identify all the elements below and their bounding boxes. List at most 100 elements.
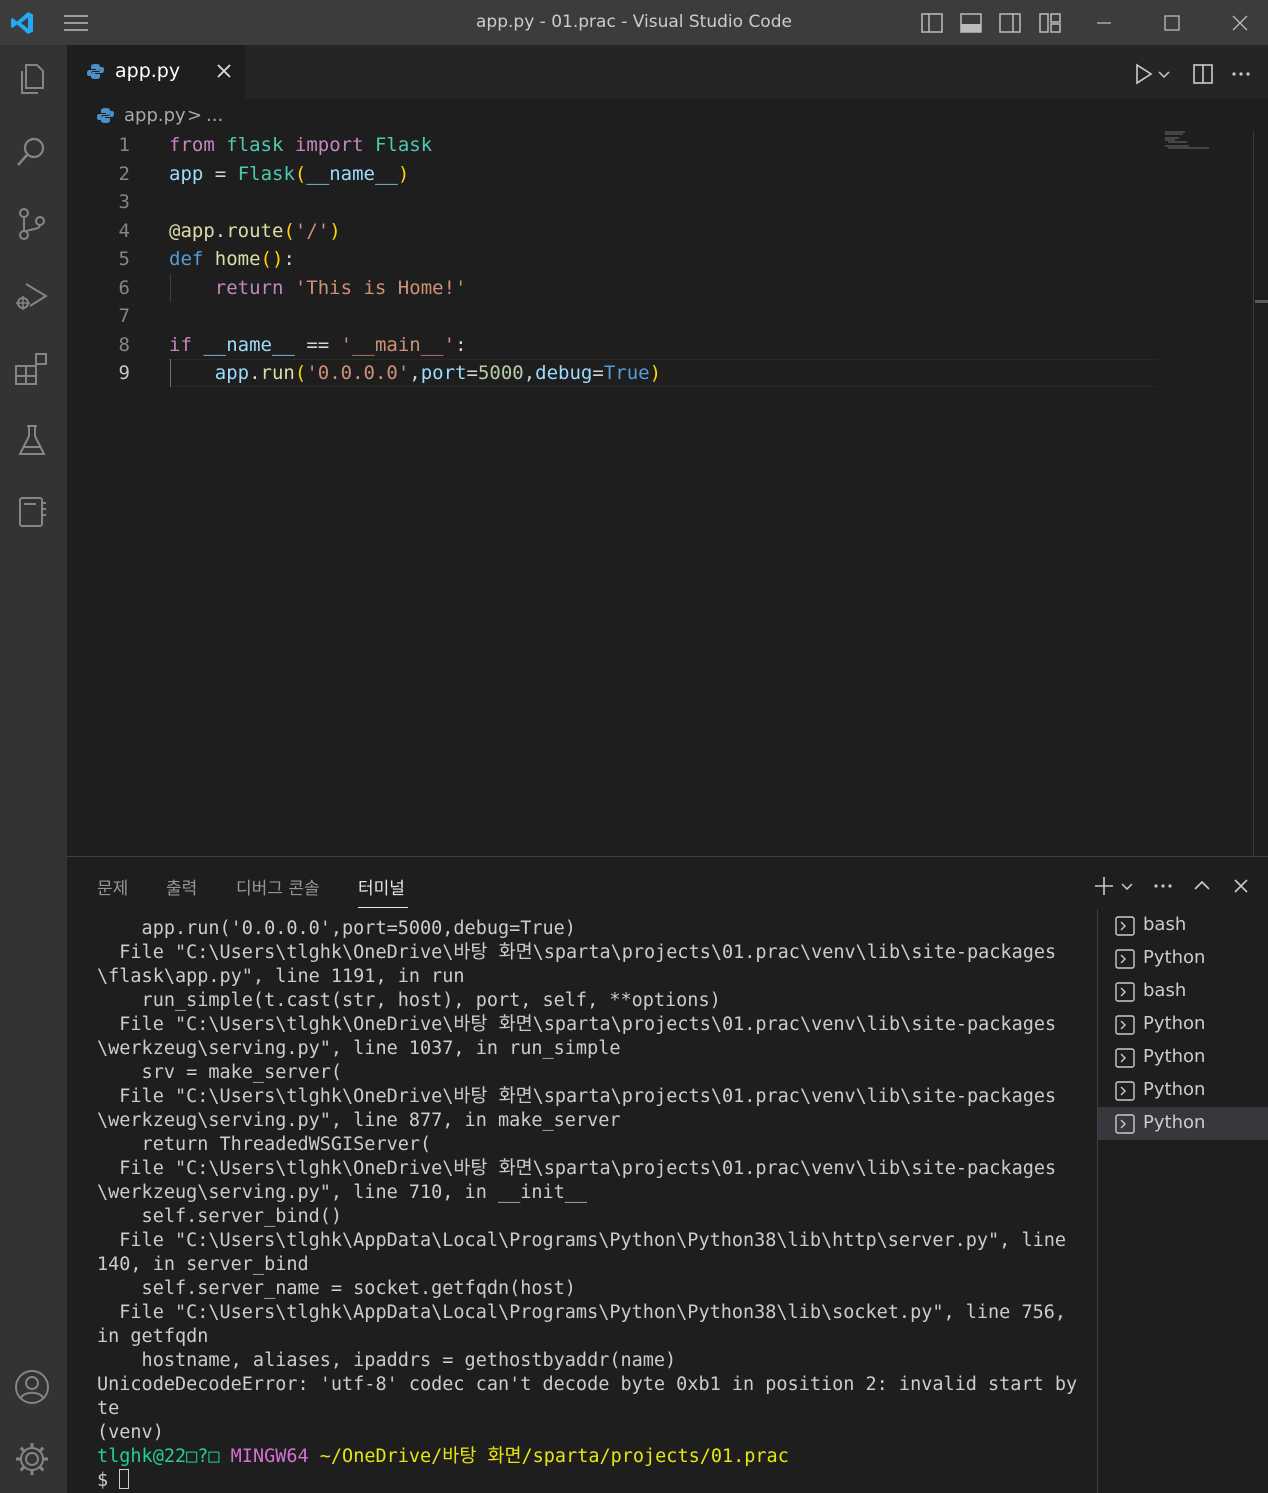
terminal-line: \flask\app.py", line 1191, in run [97, 966, 465, 987]
terminal-line: File "C:\Users\tlghk\OneDrive\바탕 화면\spar… [97, 1158, 1057, 1179]
prompt-host: MINGW64 [230, 1446, 309, 1467]
toggle-secondary-sidebar-icon[interactable] [998, 11, 1022, 35]
maximize-icon[interactable] [1159, 10, 1185, 36]
account-icon[interactable] [12, 1367, 52, 1407]
toggle-panel-icon[interactable] [959, 11, 983, 35]
line-number: 2 [118, 163, 130, 185]
terminal-dropdown-chevron-icon[interactable] [1119, 874, 1135, 898]
terminal-item-label: Python [1143, 947, 1206, 968]
split-editor-icon[interactable] [1191, 62, 1215, 86]
terminal-line: (venv) [97, 1422, 164, 1443]
terminal-line: self.server_bind() [97, 1206, 343, 1227]
code-line[interactable]: def home(): [169, 245, 295, 273]
tab-label: app.py [115, 60, 181, 82]
terminal-line: return ThreadedWSGIServer( [97, 1134, 432, 1155]
activity-bar [0, 45, 67, 1493]
terminal-item-selected[interactable]: Python [1098, 1107, 1268, 1140]
terminal-icon [1115, 1015, 1135, 1035]
terminal-item-label: bash [1143, 914, 1187, 935]
line-number: 8 [118, 334, 130, 356]
line-number: 1 [118, 134, 130, 156]
extensions-icon[interactable] [12, 348, 52, 388]
code-line[interactable]: app = Flask(__name__) [169, 160, 409, 188]
terminal-item-label: bash [1143, 980, 1187, 1001]
terminal-cursor [119, 1469, 130, 1489]
terminal-icon [1115, 916, 1135, 936]
terminal-line: app.run('0.0.0.0',port=5000,debug=True) [97, 918, 576, 939]
active-tab-underline [358, 907, 408, 908]
prompt-symbol: $ [97, 1470, 109, 1491]
code-line[interactable]: from flask import Flask [169, 131, 432, 159]
terminal-item[interactable]: Python [1098, 1041, 1268, 1074]
terminal-item-label: Python [1143, 1112, 1206, 1133]
terminal-output[interactable]: app.run('0.0.0.0',port=5000,debug=True) … [97, 917, 1087, 1493]
tab-output[interactable]: 출력 [166, 874, 197, 899]
source-control-icon[interactable] [12, 204, 52, 244]
code-line[interactable]: if __name__ == '__main__': [169, 331, 467, 359]
code-line-active[interactable]: app.run('0.0.0.0',port=5000,debug=True) [169, 359, 661, 387]
scrollbar-marker [1255, 300, 1268, 303]
breadcrumb-symbols[interactable]: ... [206, 105, 223, 126]
run-python-file-icon[interactable] [1131, 62, 1155, 86]
line-number: 7 [118, 305, 130, 327]
terminal-line: hostname, aliases, ipaddrs = gethostbyad… [97, 1350, 677, 1371]
terminal-icon [1115, 1114, 1135, 1134]
terminal-item[interactable]: bash [1098, 975, 1268, 1008]
code-line[interactable]: @app.route('/') [169, 217, 341, 245]
terminal-line: 140, in server_bind [97, 1254, 309, 1275]
maximize-panel-chevron-up-icon[interactable] [1190, 874, 1214, 898]
close-window-icon[interactable] [1227, 10, 1253, 36]
terminal-line: File "C:\Users\tlghk\OneDrive\바탕 화면\spar… [97, 1086, 1057, 1107]
line-number: 5 [118, 248, 130, 270]
more-actions-icon[interactable] [1229, 62, 1253, 86]
explorer-icon[interactable] [12, 59, 52, 99]
terminal-item[interactable]: Python [1098, 1008, 1268, 1041]
terminal-line: File "C:\Users\tlghk\AppData\Local\Progr… [97, 1230, 1067, 1251]
window-title: app.py - 01.prac - Visual Studio Code [476, 12, 792, 32]
settings-gear-icon[interactable] [12, 1439, 52, 1479]
terminal-line: \werkzeug\serving.py", line 877, in make… [97, 1110, 621, 1131]
run-debug-icon[interactable] [12, 276, 52, 316]
terminal-list: bash Python bash Python Python Python Py… [1097, 909, 1268, 1493]
terminal-item[interactable]: bash [1098, 909, 1268, 942]
terminal-prompt-line: tlghk@22□?□ MINGW64 ~/OneDrive/바탕 화면/spa… [97, 1445, 789, 1469]
tab-problems[interactable]: 문제 [97, 874, 128, 899]
terminal-line: File "C:\Users\tlghk\OneDrive\바탕 화면\spar… [97, 1014, 1057, 1035]
terminal-line: UnicodeDecodeError: 'utf-8' codec can't … [97, 1374, 1078, 1395]
close-panel-icon[interactable] [1229, 874, 1253, 898]
minimize-icon[interactable] [1091, 10, 1117, 36]
line-number: 3 [118, 191, 130, 213]
title-bar: app.py - 01.prac - Visual Studio Code [0, 0, 1268, 45]
testing-icon[interactable] [12, 420, 52, 460]
customize-layout-icon[interactable] [1038, 11, 1062, 35]
tab-terminal[interactable]: 터미널 [358, 874, 405, 899]
close-tab-icon[interactable] [215, 62, 233, 80]
minimap[interactable] [1165, 131, 1211, 151]
python-file-icon [87, 64, 104, 79]
tab-debug-console[interactable]: 디버그 콘솔 [236, 874, 320, 899]
scrollbar-track[interactable] [1253, 131, 1254, 856]
terminal-icon [1115, 982, 1135, 1002]
python-file-icon [97, 108, 114, 123]
new-terminal-plus-icon[interactable] [1092, 874, 1116, 898]
code-editor[interactable]: 1 2 3 4 5 6 7 8 9 from flask import Flas… [67, 131, 1268, 856]
code-line[interactable]: return 'This is Home!' [169, 274, 467, 302]
terminal-line: \werkzeug\serving.py", line 710, in __in… [97, 1182, 588, 1203]
tab-app-py[interactable]: app.py [67, 45, 245, 99]
line-number: 4 [118, 220, 130, 242]
terminal-input-line[interactable]: $ [97, 1469, 130, 1493]
terminal-item[interactable]: Python [1098, 1074, 1268, 1107]
terminal-item[interactable]: Python [1098, 942, 1268, 975]
breadcrumb-separator: > [187, 105, 203, 126]
search-icon[interactable] [12, 132, 52, 172]
terminal-icon [1115, 1081, 1135, 1101]
breadcrumb-file[interactable]: app.py [124, 105, 186, 126]
toggle-primary-sidebar-icon[interactable] [920, 11, 944, 35]
terminal-item-label: Python [1143, 1079, 1206, 1100]
run-dropdown-chevron-icon[interactable] [1156, 62, 1172, 86]
notebook-icon[interactable] [12, 492, 52, 532]
terminal-line: in getfqdn [97, 1326, 209, 1347]
terminal-icon [1115, 1048, 1135, 1068]
panel-more-actions-icon[interactable] [1151, 874, 1175, 898]
breadcrumb: app.py > ... [67, 99, 1268, 133]
